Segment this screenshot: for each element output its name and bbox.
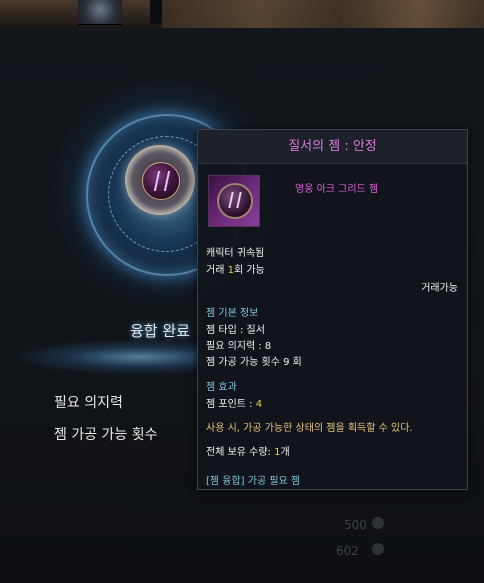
effect-header: 젬 효과 [206,382,237,393]
item-tooltip: 질서의 젬 : 안정 영웅 아크 그리드 젬 캐릭터 귀속됨 거래 1회 가능 … [197,129,468,490]
fusion-link[interactable]: [젬 융합] 가공 필요 젬 [206,472,300,487]
gem-item-icon [208,175,260,227]
tradeable-label: 거래가능 [421,283,458,294]
use-description: 사용 시, 가공 가능한 상태의 젬을 획득할 수 있다. [206,423,413,434]
gem-medal-core [142,162,180,200]
gem-type: 젬 타입 : 질서 [206,325,265,336]
top-strip [0,0,484,28]
gem-orb-icon [217,183,253,219]
owned-label: 전체 보유 수량: [206,447,275,458]
top-divider [150,0,162,24]
process-count: 젬 가공 가능 횟수 9 회 [206,357,302,368]
faint-value-2: 602 [336,544,359,558]
currency-icon [372,543,384,555]
item-grade: 영웅 아크 그리드 젬 [295,184,379,195]
gem-point: 젬 포인트 : 4 [206,395,262,410]
tooltip-title: 질서의 젬 : 안정 [198,130,467,164]
gem-medal-icon[interactable] [125,145,195,215]
owned-suffix: 개 [280,447,290,458]
currency-icon [372,517,384,529]
trade-count-prefix: 거래 [206,265,228,276]
trade-count-suffix: 회 가능 [233,265,265,276]
faint-value-1: 500 [344,518,367,532]
gem-point-value: 4 [255,399,263,410]
stat-label-process-count: 젬 가공 가능 횟수 [54,427,158,443]
owned-quantity: 전체 보유 수량: 1개 [206,443,290,458]
basic-info-header: 젬 기본 정보 [206,308,259,319]
bound-status: 캐릭터 귀속됨 [206,248,265,259]
top-background-art [162,0,484,28]
fusion-status-text: 융합 완료 [130,322,190,340]
fusion-spark [20,340,220,374]
stat-label-willpower: 필요 의지력 [54,395,123,411]
required-willpower: 필요 의지력 : 8 [206,341,272,352]
trade-count: 거래 1회 가능 [206,261,265,276]
gem-point-label: 젬 포인트 : [206,399,256,410]
top-item-slot[interactable] [78,0,122,25]
